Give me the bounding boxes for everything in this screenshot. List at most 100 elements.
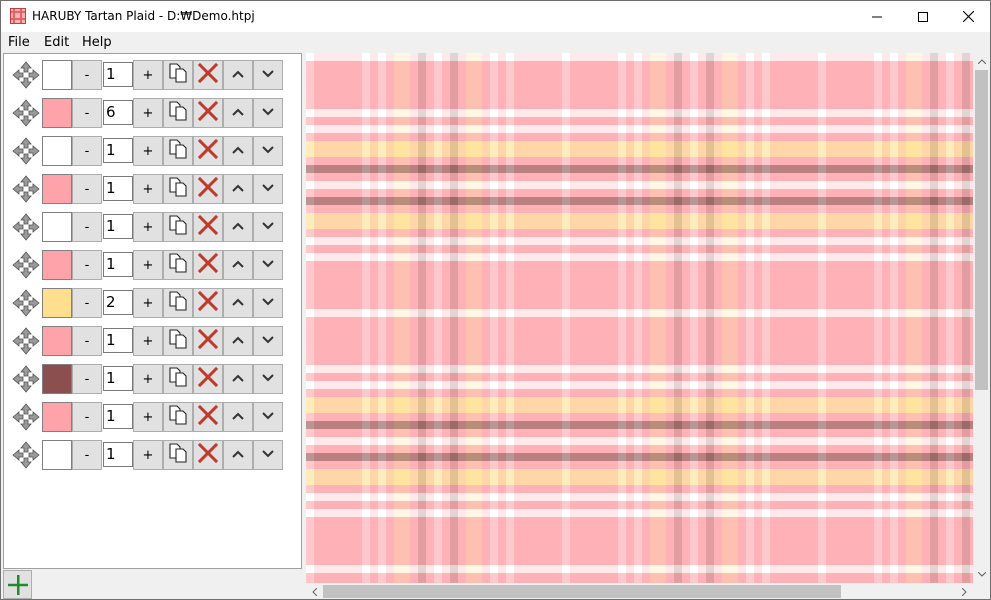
duplicate-button[interactable] <box>163 136 193 166</box>
increment-button[interactable]: + <box>133 174 163 204</box>
increment-button[interactable]: + <box>133 364 163 394</box>
delete-button[interactable] <box>193 440 223 470</box>
stripe-count-field[interactable]: 1 <box>103 62 133 87</box>
move-down-button[interactable] <box>253 364 283 394</box>
delete-button[interactable] <box>193 288 223 318</box>
stripe-count-field[interactable]: 1 <box>103 176 133 201</box>
move-up-button[interactable] <box>223 364 253 394</box>
decrement-button[interactable]: - <box>72 288 102 318</box>
move-down-button[interactable] <box>253 288 283 318</box>
stripe-count-field[interactable]: 1 <box>103 442 133 467</box>
increment-button[interactable]: + <box>133 212 163 242</box>
stripe-count-field[interactable]: 1 <box>103 138 133 163</box>
color-swatch[interactable] <box>42 288 72 318</box>
move-arrows-icon[interactable] <box>12 365 40 393</box>
stripe-count-field[interactable]: 1 <box>103 328 133 353</box>
color-swatch[interactable] <box>42 364 72 394</box>
decrement-button[interactable]: - <box>72 440 102 470</box>
decrement-button[interactable]: - <box>72 364 102 394</box>
increment-button[interactable]: + <box>133 136 163 166</box>
color-swatch[interactable] <box>42 98 72 128</box>
increment-button[interactable]: + <box>133 326 163 356</box>
decrement-button[interactable]: - <box>72 402 102 432</box>
scroll-left-arrow[interactable] <box>306 583 323 599</box>
move-up-button[interactable] <box>223 402 253 432</box>
maximize-button[interactable] <box>900 1 946 32</box>
horizontal-scroll-thumb[interactable] <box>323 585 841 598</box>
decrement-button[interactable]: - <box>72 212 102 242</box>
move-arrows-icon[interactable] <box>12 175 40 203</box>
increment-button[interactable]: + <box>133 250 163 280</box>
color-swatch[interactable] <box>42 402 72 432</box>
move-down-button[interactable] <box>253 98 283 128</box>
decrement-button[interactable]: - <box>72 326 102 356</box>
move-down-button[interactable] <box>253 136 283 166</box>
move-up-button[interactable] <box>223 212 253 242</box>
delete-button[interactable] <box>193 212 223 242</box>
vertical-scrollbar[interactable] <box>973 53 990 583</box>
color-swatch[interactable] <box>42 174 72 204</box>
stripe-count-field[interactable]: 1 <box>103 252 133 277</box>
move-down-button[interactable] <box>253 212 283 242</box>
duplicate-button[interactable] <box>163 402 193 432</box>
duplicate-button[interactable] <box>163 212 193 242</box>
scroll-up-arrow[interactable] <box>973 53 990 70</box>
increment-button[interactable]: + <box>133 98 163 128</box>
decrement-button[interactable]: - <box>72 250 102 280</box>
duplicate-button[interactable] <box>163 250 193 280</box>
delete-button[interactable] <box>193 60 223 90</box>
move-down-button[interactable] <box>253 440 283 470</box>
decrement-button[interactable]: - <box>72 98 102 128</box>
scroll-right-arrow[interactable] <box>956 583 973 599</box>
delete-button[interactable] <box>193 250 223 280</box>
move-arrows-icon[interactable] <box>12 99 40 127</box>
move-up-button[interactable] <box>223 98 253 128</box>
move-arrows-icon[interactable] <box>12 213 40 241</box>
move-up-button[interactable] <box>223 326 253 356</box>
duplicate-button[interactable] <box>163 174 193 204</box>
stripe-count-field[interactable]: 1 <box>103 366 133 391</box>
move-up-button[interactable] <box>223 288 253 318</box>
delete-button[interactable] <box>193 136 223 166</box>
duplicate-button[interactable] <box>163 288 193 318</box>
delete-button[interactable] <box>193 402 223 432</box>
color-swatch[interactable] <box>42 250 72 280</box>
menu-file[interactable]: File <box>8 35 30 50</box>
duplicate-button[interactable] <box>163 326 193 356</box>
stripe-count-field[interactable]: 1 <box>103 404 133 429</box>
delete-button[interactable] <box>193 98 223 128</box>
increment-button[interactable]: + <box>133 288 163 318</box>
move-up-button[interactable] <box>223 440 253 470</box>
move-up-button[interactable] <box>223 136 253 166</box>
increment-button[interactable]: + <box>133 440 163 470</box>
increment-button[interactable]: + <box>133 402 163 432</box>
move-up-button[interactable] <box>223 174 253 204</box>
delete-button[interactable] <box>193 326 223 356</box>
color-swatch[interactable] <box>42 60 72 90</box>
color-swatch[interactable] <box>42 212 72 242</box>
move-down-button[interactable] <box>253 250 283 280</box>
move-arrows-icon[interactable] <box>12 251 40 279</box>
move-arrows-icon[interactable] <box>12 441 40 469</box>
move-arrows-icon[interactable] <box>12 289 40 317</box>
menu-help[interactable]: Help <box>82 35 112 50</box>
move-arrows-icon[interactable] <box>12 137 40 165</box>
decrement-button[interactable]: - <box>72 136 102 166</box>
stripe-count-field[interactable]: 6 <box>103 100 133 125</box>
close-button[interactable] <box>945 1 990 32</box>
menu-edit[interactable]: Edit <box>44 35 69 50</box>
move-down-button[interactable] <box>253 326 283 356</box>
move-up-button[interactable] <box>223 60 253 90</box>
vertical-scroll-thumb[interactable] <box>975 70 988 390</box>
duplicate-button[interactable] <box>163 98 193 128</box>
move-down-button[interactable] <box>253 402 283 432</box>
decrement-button[interactable]: - <box>72 174 102 204</box>
stripe-count-field[interactable]: 1 <box>103 214 133 239</box>
increment-button[interactable]: + <box>133 60 163 90</box>
delete-button[interactable] <box>193 364 223 394</box>
horizontal-scrollbar[interactable] <box>306 583 973 599</box>
add-stripe-button[interactable] <box>3 570 32 599</box>
move-arrows-icon[interactable] <box>12 327 40 355</box>
color-swatch[interactable] <box>42 136 72 166</box>
color-swatch[interactable] <box>42 326 72 356</box>
